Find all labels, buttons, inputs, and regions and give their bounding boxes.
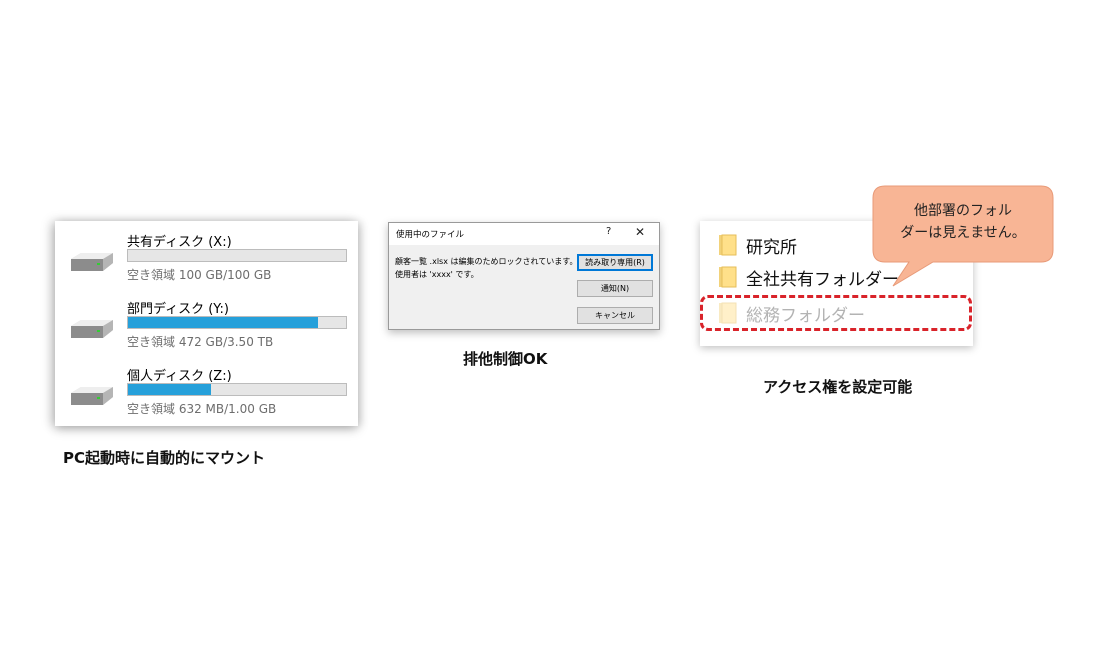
drive-name: 部門ディスク (Y:): [127, 302, 229, 317]
drive-free-space: 空き領域 100 GB/100 GB: [127, 268, 272, 282]
drive-name: 共有ディスク (X:): [127, 235, 232, 250]
drive-free-space: 空き領域 632 MB/1.00 GB: [127, 402, 277, 416]
hard-drive-icon: [71, 253, 113, 271]
folder-icon: [719, 266, 737, 288]
read-only-button[interactable]: 読み取り専用(R): [577, 254, 653, 271]
message-line: 顧客一覧 .xlsx は編集のためロックされています。: [395, 257, 578, 266]
close-icon[interactable]: ✕: [635, 225, 645, 239]
message-line: 使用者は 'xxxx' です。: [395, 270, 479, 279]
callout-line: 他部署のフォル: [914, 203, 1012, 219]
slide: 共有ディスク (X:) 空き領域 100 GB/100 GB 部門ディスク (Y…: [0, 0, 1100, 650]
drive-x[interactable]: 共有ディスク (X:) 空き領域 100 GB/100 GB: [55, 221, 358, 285]
callout-text: 他部署のフォル ダーは見えません。: [873, 200, 1053, 244]
drive-usage-bar: [127, 383, 347, 396]
drive-y[interactable]: 部門ディスク (Y:) 空き領域 472 GB/3.50 TB: [55, 288, 358, 352]
file-in-use-dialog: 使用中のファイル ? ✕ 顧客一覧 .xlsx は編集のためロックされています。…: [388, 222, 660, 330]
drives-panel: 共有ディスク (X:) 空き領域 100 GB/100 GB 部門ディスク (Y…: [55, 221, 358, 426]
notify-button[interactable]: 通知(N): [577, 280, 653, 297]
restricted-folder-highlight: [700, 295, 972, 331]
dialog-message: 顧客一覧 .xlsx は編集のためロックされています。 使用者は 'xxxx' …: [395, 255, 577, 281]
drives-caption: PC起動時に自動的にマウント: [63, 449, 266, 467]
drive-z[interactable]: 個人ディスク (Z:) 空き領域 632 MB/1.00 GB: [55, 355, 358, 419]
drive-usage-bar: [127, 316, 347, 329]
folder-icon: [719, 234, 737, 256]
help-button[interactable]: ?: [606, 226, 611, 237]
callout-line: ダーは見えません。: [900, 225, 1026, 241]
dialog-caption: 排他制御OK: [463, 350, 548, 368]
folders-caption: アクセス権を設定可能: [763, 378, 913, 396]
cancel-button[interactable]: キャンセル: [577, 307, 653, 324]
dialog-title: 使用中のファイル: [396, 230, 465, 240]
drive-name: 個人ディスク (Z:): [127, 369, 232, 384]
callout-bubble: 他部署のフォル ダーは見えません。: [872, 185, 1054, 287]
drive-free-space: 空き領域 472 GB/3.50 TB: [127, 335, 274, 349]
drive-usage-bar: [127, 249, 347, 262]
folder-name: 研究所: [746, 238, 797, 258]
hard-drive-icon: [71, 320, 113, 338]
hard-drive-icon: [71, 387, 113, 405]
dialog-titlebar: 使用中のファイル ? ✕: [389, 223, 659, 245]
